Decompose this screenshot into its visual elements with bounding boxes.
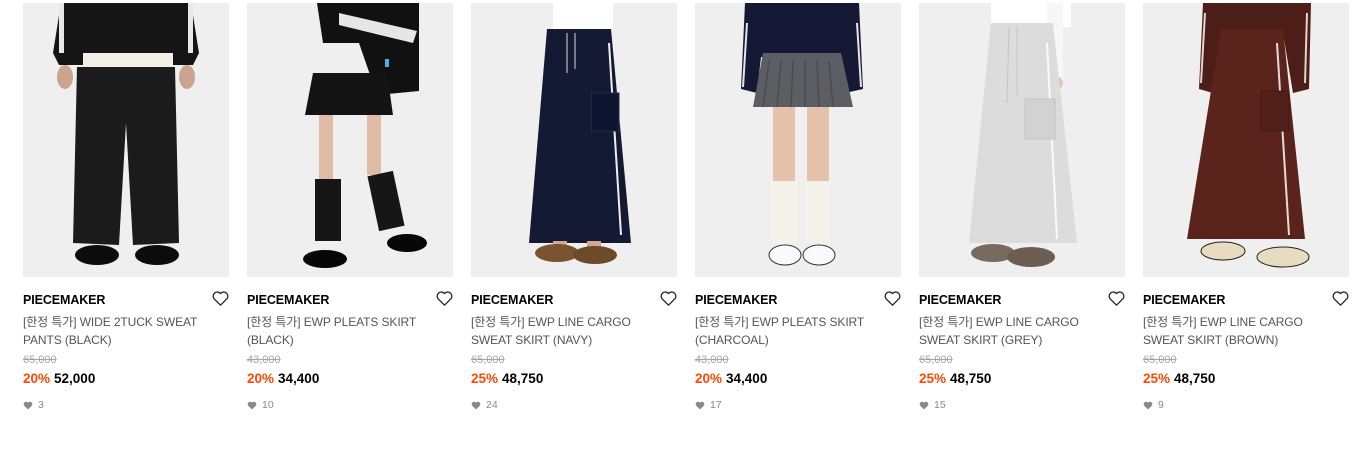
heart-filled-icon [695,401,705,410]
product-image[interactable] [471,3,677,277]
like-count: 24 [471,399,677,411]
price-row: 20% 34,400 [247,371,453,387]
price-row: 25% 48,750 [1143,371,1349,387]
like-count-value: 17 [710,399,722,411]
discount-rate: 20% [247,371,275,386]
heart-filled-icon [919,401,929,410]
product-grid: PIECEMAKER [한정 특가] WIDE 2TUCK SWEAT PANT… [0,0,1370,450]
like-count: 9 [1143,399,1349,411]
product-card[interactable]: PIECEMAKER [한정 특가] WIDE 2TUCK SWEAT PANT… [23,3,229,411]
wishlist-heart-icon[interactable] [209,288,231,308]
product-image[interactable] [695,3,901,277]
like-count: 10 [247,399,453,411]
sale-price: 34,400 [726,371,768,386]
wishlist-heart-icon[interactable] [1105,288,1127,308]
product-name[interactable]: [한정 특가] EWP LINE CARGO SWEAT SKIRT (BROW… [1143,313,1343,349]
heart-filled-icon [471,401,481,410]
sale-price: 48,750 [950,371,992,386]
discount-rate: 20% [695,371,723,386]
product-card[interactable]: PIECEMAKER [한정 특가] EWP LINE CARGO SWEAT … [471,3,677,411]
sale-price: 48,750 [1174,371,1216,386]
original-price: 65,000 [471,354,505,366]
discount-rate: 25% [471,371,499,386]
product-image[interactable] [1143,3,1349,277]
product-card[interactable]: PIECEMAKER [한정 특가] EWP PLEATS SKIRT (BLA… [247,3,453,411]
like-count-value: 24 [486,399,498,411]
product-card[interactable]: PIECEMAKER [한정 특가] EWP PLEATS SKIRT (CHA… [695,3,901,411]
wishlist-heart-icon[interactable] [881,288,903,308]
brand-name[interactable]: PIECEMAKER [247,293,329,307]
heart-filled-icon [247,401,257,410]
like-count: 15 [919,399,1125,411]
price-row: 20% 52,000 [23,371,229,387]
wishlist-heart-icon[interactable] [657,288,679,308]
sale-price: 48,750 [502,371,544,386]
brand-name[interactable]: PIECEMAKER [471,293,553,307]
brand-name[interactable]: PIECEMAKER [1143,293,1225,307]
like-count-value: 3 [38,399,44,411]
product-name[interactable]: [한정 특가] EWP LINE CARGO SWEAT SKIRT (NAVY… [471,313,671,349]
heart-filled-icon [1143,401,1153,410]
wishlist-heart-icon[interactable] [433,288,455,308]
product-card[interactable]: PIECEMAKER [한정 특가] EWP LINE CARGO SWEAT … [919,3,1125,411]
product-image[interactable] [247,3,453,277]
discount-rate: 25% [919,371,947,386]
product-image[interactable] [23,3,229,277]
brand-name[interactable]: PIECEMAKER [919,293,1001,307]
original-price: 65,000 [1143,354,1177,366]
product-name[interactable]: [한정 특가] EWP LINE CARGO SWEAT SKIRT (GREY… [919,313,1119,349]
like-count-value: 15 [934,399,946,411]
discount-rate: 20% [23,371,51,386]
like-count: 3 [23,399,229,411]
wishlist-heart-icon[interactable] [1329,288,1351,308]
brand-name[interactable]: PIECEMAKER [695,293,777,307]
like-count-value: 10 [262,399,274,411]
product-name[interactable]: [한정 특가] EWP PLEATS SKIRT (CHARCOAL) [695,313,895,349]
sale-price: 52,000 [54,371,96,386]
original-price: 43,000 [695,354,729,366]
original-price: 65,000 [23,354,57,366]
price-row: 25% 48,750 [471,371,677,387]
original-price: 65,000 [919,354,953,366]
product-name[interactable]: [한정 특가] WIDE 2TUCK SWEAT PANTS (BLACK) [23,313,223,349]
like-count-value: 9 [1158,399,1164,411]
price-row: 20% 34,400 [695,371,901,387]
product-card[interactable]: PIECEMAKER [한정 특가] EWP LINE CARGO SWEAT … [1143,3,1349,411]
discount-rate: 25% [1143,371,1171,386]
product-image[interactable] [919,3,1125,277]
heart-filled-icon [23,401,33,410]
like-count: 17 [695,399,901,411]
sale-price: 34,400 [278,371,320,386]
price-row: 25% 48,750 [919,371,1125,387]
brand-name[interactable]: PIECEMAKER [23,293,105,307]
original-price: 43,000 [247,354,281,366]
product-name[interactable]: [한정 특가] EWP PLEATS SKIRT (BLACK) [247,313,447,349]
